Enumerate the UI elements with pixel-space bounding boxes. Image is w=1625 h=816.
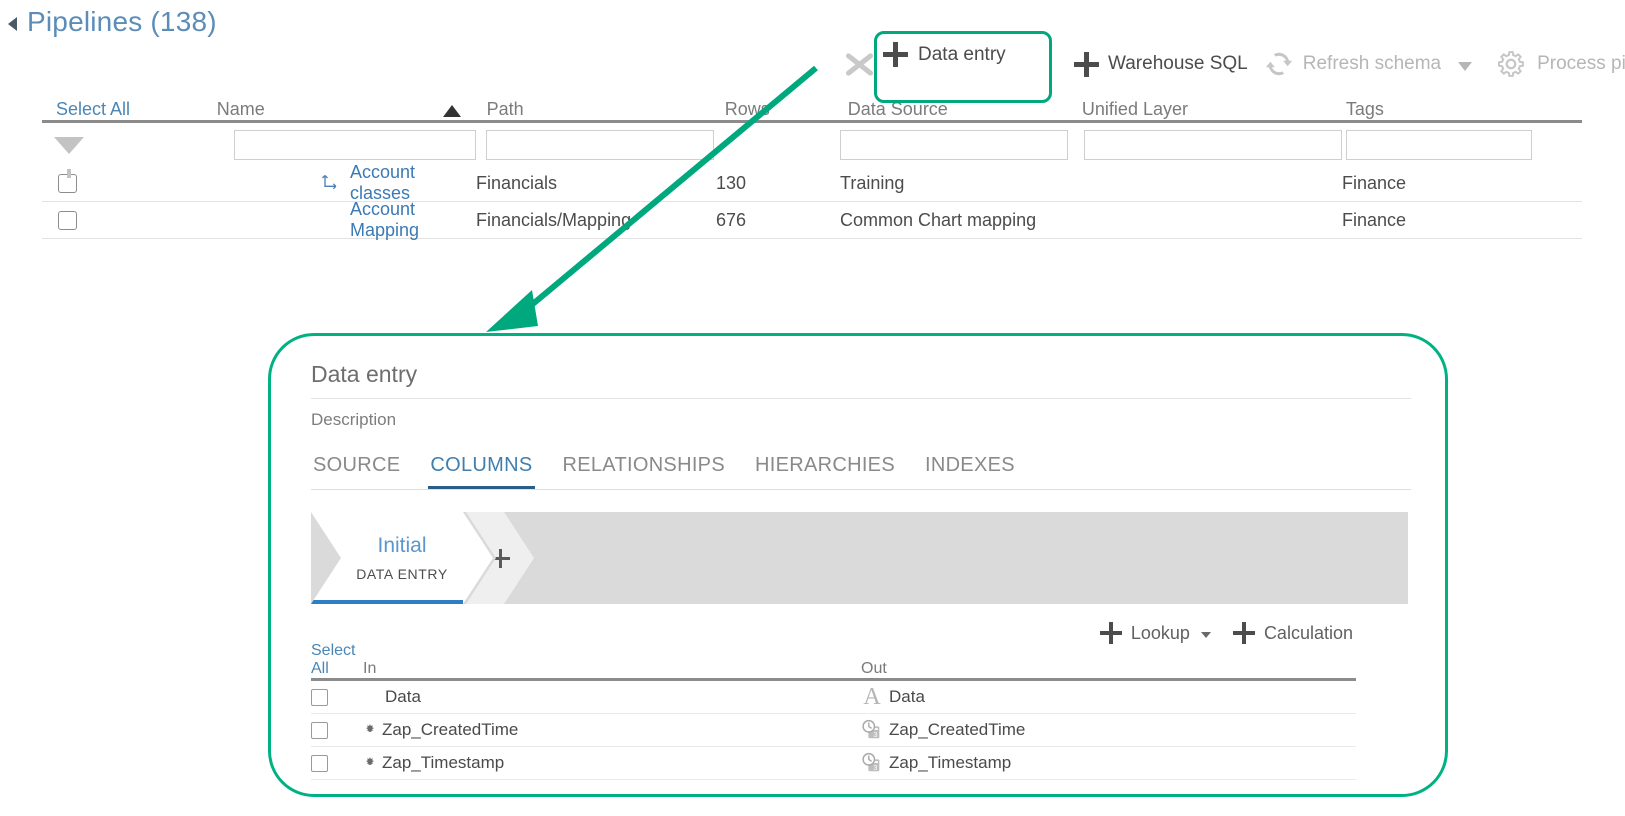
- plus-icon: [883, 42, 908, 67]
- svg-text:3: 3: [873, 730, 877, 739]
- gear-icon: [365, 757, 375, 766]
- row-checkbox[interactable]: [311, 754, 328, 772]
- warehouse-sql-button[interactable]: Warehouse SQL: [1066, 48, 1256, 81]
- column-out-name: Data: [889, 687, 925, 706]
- table-row[interactable]: Account classes Financials 130 Training …: [42, 162, 1582, 204]
- page-title[interactable]: Pipelines (138): [8, 6, 217, 38]
- stage-type-label: DATA ENTRY: [356, 566, 448, 582]
- row-data-source: Training: [840, 172, 905, 193]
- column-header-rows[interactable]: Rows: [725, 99, 848, 120]
- columns-header-out[interactable]: Out: [861, 660, 1341, 678]
- column-header-path[interactable]: Path: [487, 99, 725, 120]
- row-checkbox[interactable]: [311, 688, 328, 706]
- chevron-down-icon[interactable]: [1200, 631, 1211, 638]
- row-tags: Finance: [1342, 209, 1407, 230]
- filter-input-tags[interactable]: [1346, 130, 1532, 160]
- calculation-label: Calculation: [1263, 622, 1353, 643]
- list-item[interactable]: Zap_Timestamp 3 Zap_Timestamp: [311, 747, 1356, 780]
- tab-hierarchies[interactable]: HIERARCHIES: [753, 454, 897, 489]
- columns-header-in[interactable]: In: [363, 660, 861, 678]
- columns-select-all-link[interactable]: Select All: [311, 642, 363, 678]
- datetime-type-icon: 3: [862, 752, 880, 772]
- column-in-name: Data: [385, 687, 421, 706]
- row-rows: 676: [716, 209, 747, 230]
- list-item[interactable]: Zap_CreatedTime 3 Zap_CreatedTime: [311, 714, 1356, 747]
- refresh-schema-button[interactable]: Refresh schema: [1256, 45, 1486, 83]
- tab-source[interactable]: SOURCE: [311, 454, 402, 489]
- grid-filter-row: [42, 123, 1582, 178]
- list-item[interactable]: Data A Data: [311, 681, 1356, 714]
- refresh-icon: [1265, 52, 1292, 76]
- row-checkbox[interactable]: [311, 721, 328, 739]
- plus-icon: [1074, 51, 1099, 77]
- column-header-unified-layer[interactable]: Unified Layer: [1082, 99, 1346, 120]
- data-entry-label: Data entry: [918, 43, 1006, 65]
- text-type-icon: A: [863, 684, 881, 710]
- columns-table-header: Select All In Out: [311, 642, 1356, 681]
- lineage-icon: [322, 175, 337, 190]
- close-x-icon[interactable]: [840, 45, 878, 83]
- plus-icon: [1099, 622, 1122, 644]
- row-rows: 130: [716, 172, 747, 193]
- filter-input-name[interactable]: [234, 130, 476, 160]
- filter-funnel-icon[interactable]: [54, 136, 84, 178]
- gear-icon: [365, 724, 375, 733]
- filter-input-path[interactable]: [486, 130, 714, 160]
- data-entry-detail-panel: Data entry Description SOURCE COLUMNS RE…: [268, 333, 1448, 797]
- refresh-schema-label: Refresh schema: [1302, 53, 1442, 74]
- row-path: Financials: [476, 172, 558, 193]
- detail-panel-description: Description: [311, 410, 397, 429]
- column-in-name: Zap_CreatedTime: [382, 720, 519, 739]
- warehouse-sql-label: Warehouse SQL: [1108, 53, 1248, 74]
- row-checkbox[interactable]: [58, 210, 77, 230]
- add-lookup-button[interactable]: Lookup: [1099, 622, 1211, 644]
- detail-panel-title: Data entry: [311, 361, 1411, 399]
- screen-root: Pipelines (138) Warehouse SQL Refresh sc…: [0, 0, 1625, 816]
- grid-header-row: Select All Name Path Rows Data Source Un…: [42, 92, 1582, 123]
- column-out-name: Zap_CreatedTime: [889, 720, 1026, 739]
- stage-active-underline: [311, 600, 463, 604]
- stage-name-label: Initial: [377, 534, 427, 557]
- data-entry-button[interactable]: Data entry: [883, 42, 1006, 67]
- process-pipeline-label: Process pipe: [1537, 53, 1625, 74]
- svg-text:3: 3: [873, 763, 877, 772]
- pipelines-grid: Select All Name Path Rows Data Source Un…: [42, 92, 1582, 241]
- datetime-type-icon: 3: [862, 719, 880, 739]
- collapse-caret-icon[interactable]: [8, 17, 17, 31]
- gear-icon: [1498, 51, 1525, 77]
- row-name-link[interactable]: Account Mapping: [350, 199, 476, 241]
- row-path: Financials/Mapping: [476, 209, 632, 230]
- chevron-down-icon[interactable]: [1458, 61, 1473, 71]
- column-actions: Lookup Calculation: [311, 622, 1411, 644]
- lookup-label: Lookup: [1130, 622, 1190, 643]
- select-all-link[interactable]: Select All: [42, 99, 217, 120]
- tab-relationships[interactable]: RELATIONSHIPS: [561, 454, 727, 489]
- stage-chevron-initial[interactable]: Initial DATA ENTRY: [311, 512, 493, 604]
- stage-pipeline-band: Initial DATA ENTRY: [311, 512, 1408, 604]
- plus-icon: [490, 548, 510, 568]
- row-name-link[interactable]: Account classes: [350, 162, 476, 204]
- tab-indexes[interactable]: INDEXES: [923, 454, 1017, 489]
- filter-input-unified-layer[interactable]: [1084, 130, 1342, 160]
- columns-table: Select All In Out Data A Data Zap_Create…: [311, 642, 1356, 780]
- filter-input-data-source[interactable]: [840, 130, 1068, 160]
- page-title-label: Pipelines (138): [27, 6, 217, 37]
- process-pipeline-button[interactable]: Process pipe: [1486, 43, 1625, 85]
- table-row[interactable]: Account Mapping Financials/Mapping 676 C…: [42, 199, 1582, 241]
- plus-icon: [1232, 622, 1255, 644]
- column-out-name: Zap_Timestamp: [889, 753, 1012, 772]
- row-tags: Finance: [1342, 172, 1407, 193]
- row-data-source: Common Chart mapping: [840, 209, 1037, 230]
- column-header-tags[interactable]: Tags: [1346, 99, 1582, 120]
- column-in-name: Zap_Timestamp: [382, 753, 505, 772]
- column-header-name[interactable]: Name: [217, 99, 487, 120]
- detail-panel-tabs: SOURCE COLUMNS RELATIONSHIPS HIERARCHIES…: [311, 454, 1411, 490]
- tab-columns[interactable]: COLUMNS: [428, 454, 535, 489]
- sort-ascending-icon[interactable]: [442, 105, 461, 117]
- add-calculation-button[interactable]: Calculation: [1232, 622, 1353, 644]
